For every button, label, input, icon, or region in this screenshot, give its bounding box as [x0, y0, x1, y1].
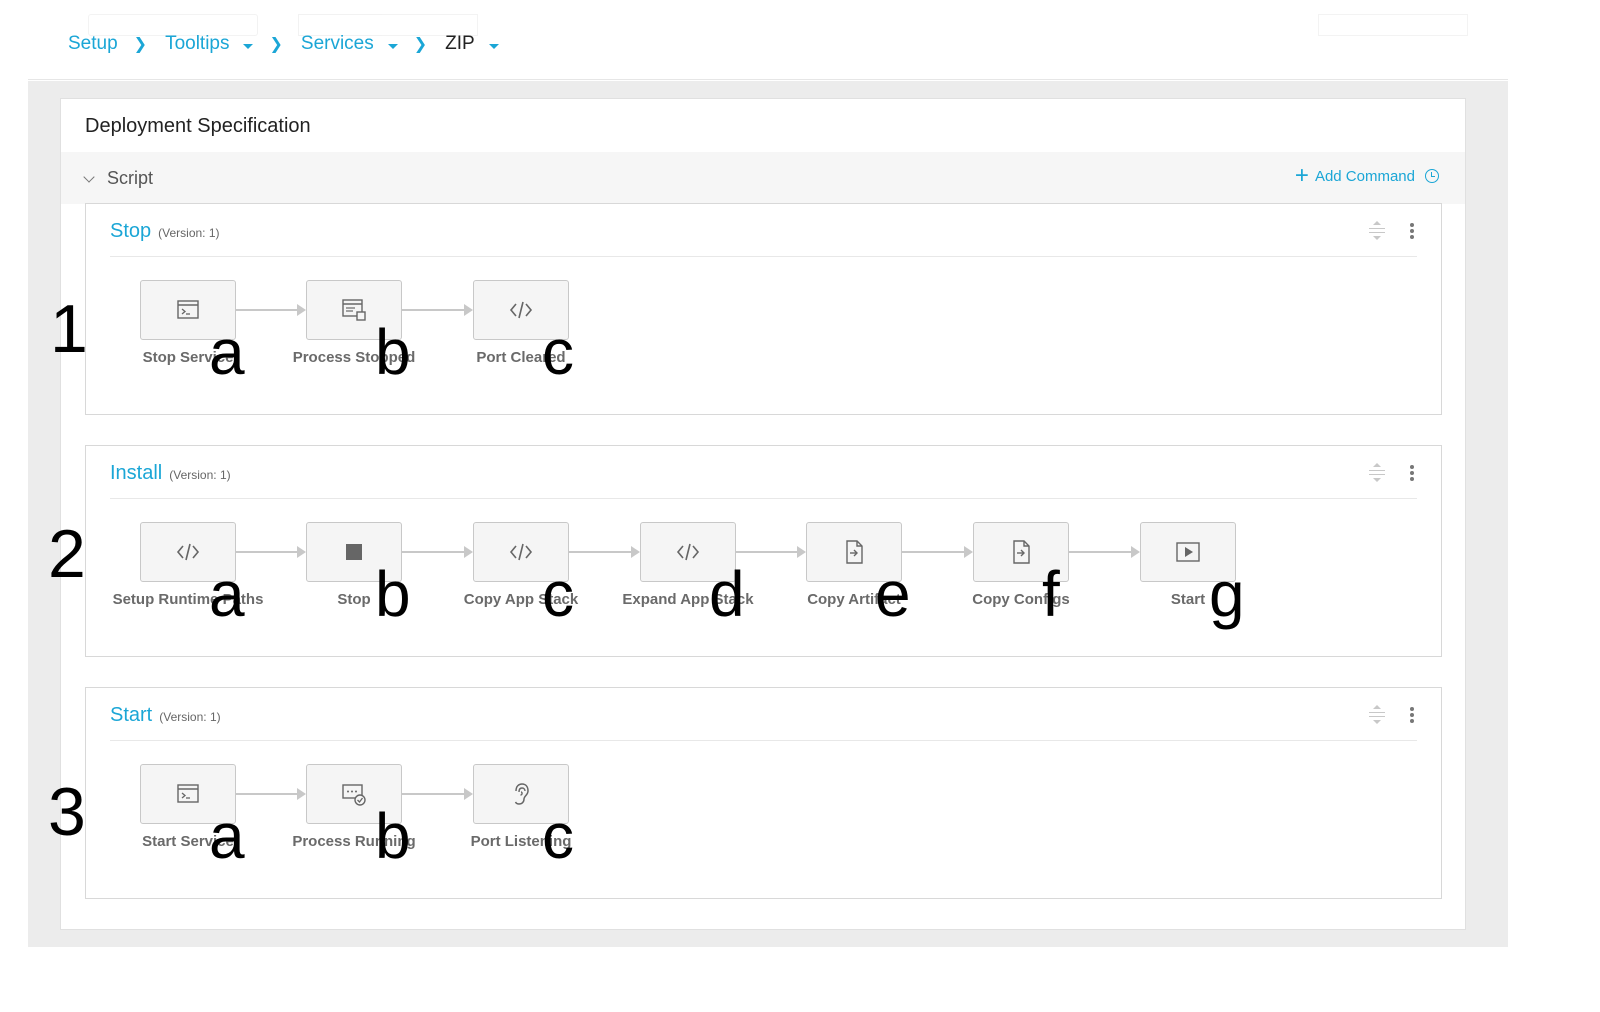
step-connector — [902, 546, 973, 558]
step-connector — [736, 546, 806, 558]
card-tools — [1367, 704, 1417, 726]
terminal-icon — [175, 297, 201, 323]
step-connector — [236, 788, 306, 800]
code-icon — [175, 539, 201, 565]
more-options-icon[interactable] — [1407, 221, 1417, 241]
code-icon — [675, 539, 701, 565]
card-tools — [1367, 220, 1417, 242]
breadcrumb-services[interactable]: Services — [301, 33, 398, 55]
script-section-header: Script + Add Command — [61, 152, 1465, 204]
stop-square-icon — [341, 539, 367, 565]
annotation-letter: e — [875, 558, 911, 630]
step-label: Port Listening — [470, 833, 572, 850]
main-content: Deployment Specification Script + Add Co… — [28, 81, 1508, 947]
annotation-letter: b — [375, 558, 411, 630]
chevron-right-icon: ❯ — [133, 36, 148, 53]
annotation-letter: g — [1209, 558, 1245, 630]
command-version: (Version: 1) — [158, 226, 220, 240]
command-name-link[interactable]: Stop — [110, 220, 151, 243]
chevron-right-icon: ❯ — [413, 36, 428, 53]
step-connector — [402, 788, 473, 800]
card-divider — [110, 740, 1417, 741]
breadcrumb-setup[interactable]: Setup — [68, 33, 118, 55]
annotation-letter: d — [709, 558, 745, 630]
annotation-number: 1 — [50, 291, 88, 367]
annotation-letter: a — [209, 800, 245, 872]
process-running-icon — [341, 781, 367, 807]
file-copy-icon — [1008, 539, 1034, 565]
card-tools — [1367, 462, 1417, 484]
card-divider — [110, 256, 1417, 257]
plus-icon: + — [1294, 162, 1309, 189]
step-connector — [569, 546, 640, 558]
more-options-icon[interactable] — [1407, 705, 1417, 725]
panel-title: Deployment Specification — [85, 115, 311, 137]
deployment-spec-panel: Deployment Specification Script + Add Co… — [60, 98, 1466, 930]
step-connector — [236, 304, 306, 316]
command-card-stop: Stop (Version: 1) Stop Service Process St… — [85, 203, 1442, 415]
chevron-down-icon[interactable] — [387, 43, 398, 49]
chevron-down-icon[interactable] — [488, 43, 499, 49]
annotation-letter: a — [209, 316, 245, 388]
chevron-down-icon[interactable] — [243, 43, 254, 49]
play-icon — [1175, 539, 1201, 565]
annotation-letter: c — [542, 558, 574, 630]
step-connector — [1069, 546, 1140, 558]
expand-collapse-icon[interactable] — [1367, 462, 1387, 484]
annotation-number: 3 — [48, 774, 86, 850]
command-version: (Version: 1) — [169, 468, 231, 482]
expand-collapse-icon[interactable] — [1367, 704, 1387, 726]
annotation-letter: a — [209, 558, 245, 630]
more-options-icon[interactable] — [1407, 463, 1417, 483]
top-bar: Setup ❯ Tooltips ❯ Services ❯ ZIP — [28, 0, 1508, 80]
annotation-letter: f — [1042, 558, 1060, 630]
annotation-letter: c — [542, 800, 574, 872]
command-name-link[interactable]: Start — [110, 704, 152, 727]
process-window-icon — [341, 297, 367, 323]
step-connector — [402, 546, 473, 558]
step-label: Port Cleared — [476, 349, 566, 366]
add-command-label: Add Command — [1314, 167, 1415, 185]
breadcrumb: Setup ❯ Tooltips ❯ Services ❯ ZIP — [68, 30, 499, 58]
file-copy-icon — [841, 539, 867, 565]
step-connector — [402, 304, 473, 316]
annotation-letter: c — [542, 316, 574, 388]
terminal-icon — [175, 781, 201, 807]
code-icon — [508, 539, 534, 565]
card-header: Start (Version: 1) — [110, 704, 221, 727]
breadcrumb-tooltips[interactable]: Tooltips — [165, 33, 254, 55]
card-header: Install (Version: 1) — [110, 462, 231, 485]
command-card-start: Start (Version: 1) Start Service Process … — [85, 687, 1442, 899]
breadcrumb-zip[interactable]: ZIP — [445, 33, 499, 55]
command-name-link[interactable]: Install — [110, 462, 162, 485]
script-label: Script — [107, 168, 154, 188]
annotation-number: 2 — [48, 516, 86, 592]
card-header: Stop (Version: 1) — [110, 220, 220, 243]
script-toggle[interactable]: Script — [83, 168, 154, 189]
chevron-right-icon: ❯ — [269, 36, 283, 53]
expand-collapse-icon[interactable] — [1367, 220, 1387, 242]
annotation-letter: b — [375, 316, 411, 388]
annotation-letter: b — [375, 800, 411, 872]
command-version: (Version: 1) — [159, 710, 221, 724]
step-connector — [236, 546, 306, 558]
add-command-button[interactable]: + Add Command — [1295, 164, 1439, 188]
ear-icon — [508, 781, 534, 807]
chevron-down-icon — [83, 170, 95, 183]
history-icon[interactable] — [1425, 169, 1439, 183]
card-divider — [110, 498, 1417, 499]
code-icon — [508, 297, 534, 323]
step-label: Start — [1170, 591, 1206, 608]
